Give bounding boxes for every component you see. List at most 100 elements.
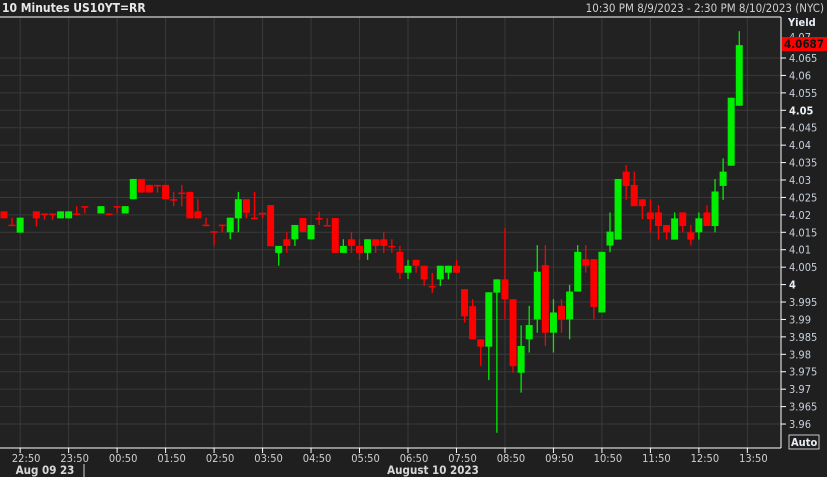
candle-body	[469, 306, 477, 340]
candle-body	[703, 212, 711, 227]
candle-body	[81, 206, 89, 208]
candle-body	[210, 231, 218, 233]
candle-body	[654, 212, 662, 227]
candle-body	[719, 171, 727, 186]
y-tick-label: 4.015	[789, 226, 817, 239]
candle	[145, 184, 153, 193]
y-tick-label: 4.01	[789, 244, 811, 257]
candle-body	[364, 239, 372, 253]
candle	[186, 191, 194, 219]
candle	[65, 211, 73, 219]
y-tick-label: 4.03	[789, 174, 811, 187]
date-label-aug09: Aug 09 23	[16, 463, 75, 477]
candle-body	[307, 224, 315, 240]
y-tick-label: 4.04	[789, 139, 811, 152]
candle-body	[178, 192, 186, 195]
candle-body	[315, 218, 323, 220]
candle-body	[323, 224, 331, 227]
candle	[307, 224, 315, 240]
candle-body	[299, 218, 307, 232]
candle-body	[509, 299, 517, 367]
candle-body	[40, 213, 48, 215]
x-tick-label: 00:50	[109, 452, 138, 465]
candle-body	[436, 265, 444, 280]
candle-body	[105, 213, 113, 215]
candle-body	[646, 212, 654, 220]
candle-body	[735, 45, 743, 106]
candle	[331, 218, 339, 253]
y-tick-label: 3.995	[789, 296, 817, 309]
candle-body	[0, 211, 8, 219]
candle-body	[242, 199, 250, 213]
last-price-label: 4.0687	[784, 37, 824, 51]
candle-body	[687, 232, 695, 240]
y-tick-label: 4.045	[789, 122, 817, 135]
candle	[57, 211, 65, 219]
x-tick-label: 02:50	[206, 452, 235, 465]
candle-body	[485, 292, 493, 347]
candle-body	[517, 345, 525, 373]
y-tick-label: 3.985	[789, 331, 817, 344]
candle-body	[493, 279, 501, 293]
x-tick-label: 03:50	[254, 452, 283, 465]
y-tick-label: 4.005	[789, 261, 817, 274]
x-tick-label: 09:50	[545, 452, 574, 465]
candle-body	[97, 206, 105, 214]
candle-body	[638, 199, 646, 207]
y-tick-label: 3.965	[789, 401, 817, 414]
candle-body	[356, 245, 364, 253]
candle-body	[291, 224, 299, 240]
candle-body	[461, 289, 469, 317]
x-tick-label: 01:50	[157, 452, 186, 465]
candle-body	[186, 191, 194, 219]
candle	[16, 217, 24, 233]
candle-body	[525, 325, 533, 340]
candle-body	[404, 265, 412, 273]
candle-body	[727, 97, 735, 166]
candle	[137, 178, 145, 193]
candle	[509, 299, 517, 373]
candle-body	[695, 218, 703, 233]
candle-body	[267, 205, 275, 247]
candle-body	[622, 171, 630, 186]
candle-body	[194, 211, 202, 219]
x-tick-label: 12:50	[691, 452, 720, 465]
candle	[121, 206, 129, 214]
candle-body	[202, 224, 210, 227]
candle	[0, 211, 8, 219]
y-tick-label: 3.975	[789, 366, 817, 379]
candle-body	[582, 259, 590, 266]
candle-body	[679, 212, 687, 227]
candle-body	[339, 245, 347, 253]
date-label-aug10: August 10 2023	[387, 463, 479, 477]
candlestick-chart[interactable]: Yield 4.0654.064.0554.054.0454.044.0354.…	[0, 0, 827, 477]
y-tick-label: 4.065	[789, 52, 817, 65]
candle-body	[65, 211, 73, 219]
candle-body	[73, 213, 81, 215]
candle-body	[598, 251, 606, 313]
x-tick-label: 13:50	[739, 452, 768, 465]
candle-body	[372, 239, 380, 246]
candle-body	[121, 206, 129, 214]
candle-body	[137, 178, 145, 193]
candle-body	[630, 184, 638, 207]
candle-body	[16, 217, 24, 233]
candle-body	[331, 218, 339, 253]
candle-body	[154, 184, 162, 187]
candle-body	[113, 206, 121, 208]
candle	[727, 97, 735, 166]
candle-body	[574, 251, 582, 292]
candle-body	[283, 239, 291, 246]
candle-body	[250, 217, 258, 220]
candle-body	[234, 199, 242, 219]
candle-body	[145, 184, 153, 193]
y-axis: 4.065 4.06 4.055 4.05 4.045 4.04 4.035 4.03 4.02…	[781, 52, 817, 431]
candle-body	[533, 271, 541, 320]
candle-body	[671, 218, 679, 240]
y-tick-label: 4.06	[789, 69, 811, 82]
auto-scale-label[interactable]: Auto	[791, 436, 817, 449]
y-tick-label: 3.96	[789, 418, 811, 431]
candle-body	[444, 265, 452, 273]
x-tick-label: 04:50	[303, 452, 332, 465]
candle-body	[129, 178, 137, 200]
